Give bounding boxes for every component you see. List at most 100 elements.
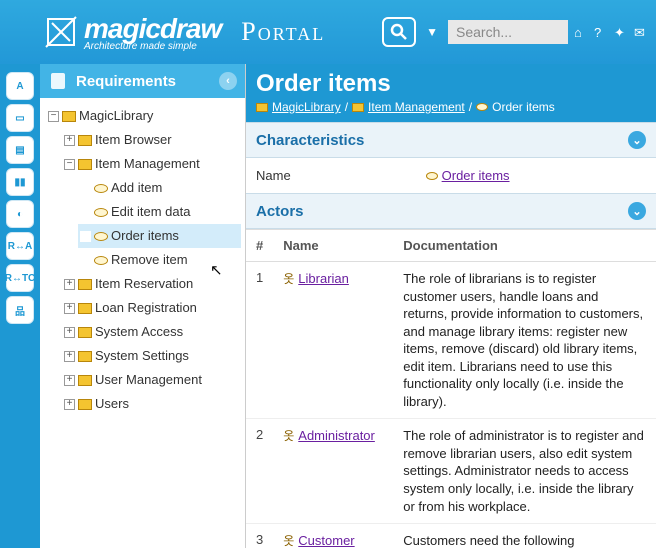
actor-icon: 옷 — [283, 427, 294, 444]
portal-title: Portal — [241, 17, 325, 47]
app-logo: magicdraw Architecture made simple — [44, 13, 221, 52]
actor-doc: The role of librarians is to register cu… — [393, 262, 656, 419]
tree-item[interactable]: +System Access — [62, 320, 241, 344]
folder-icon — [78, 159, 92, 170]
sidebar-header: Requirements ‹ — [40, 64, 245, 98]
rail-btn-book[interactable]: ▮▮ — [6, 168, 34, 196]
usecase-icon — [94, 184, 108, 193]
tree-item[interactable]: +Loan Registration — [62, 296, 241, 320]
help-icon[interactable]: ? — [594, 25, 608, 39]
actor-link[interactable]: Librarian — [298, 271, 349, 286]
logo-text: magicdraw — [84, 13, 221, 44]
tree-item[interactable]: Remove item — [78, 248, 241, 272]
usecase-icon — [476, 103, 488, 111]
tree: − MagicLibrary +Item Browser−Item Manage… — [40, 98, 245, 548]
col-num: # — [246, 230, 273, 262]
folder-icon — [78, 135, 92, 146]
logo-mark-icon — [44, 15, 78, 49]
char-name-link[interactable]: Order items — [442, 168, 510, 183]
mail-icon[interactable]: ✉ — [634, 25, 648, 39]
section-title: Characteristics — [256, 132, 364, 149]
char-name-label: Name — [256, 168, 416, 183]
actor-link[interactable]: Administrator — [298, 428, 375, 443]
page-title: Order items — [256, 70, 646, 98]
breadcrumb-link[interactable]: Item Management — [368, 100, 465, 114]
breadcrumb-link[interactable]: MagicLibrary — [272, 100, 341, 114]
folder-icon — [256, 103, 268, 112]
rail-btn-eye[interactable]: ◐ — [6, 200, 34, 228]
requirements-icon — [48, 71, 68, 91]
tree-item-label: Loan Registration — [95, 297, 197, 319]
search-icon — [390, 23, 408, 41]
actor-doc: Customers need the following functionali… — [393, 524, 656, 548]
section-characteristics[interactable]: Characteristics ⌄ — [246, 122, 656, 158]
actor-icon: 옷 — [283, 532, 294, 548]
actors-table: # Name Documentation 1옷LibrarianThe role… — [246, 229, 656, 548]
folder-icon — [78, 303, 92, 314]
rail-btn-rtc[interactable]: R↔TC — [6, 264, 34, 292]
rail-btn-a[interactable]: A — [6, 72, 34, 100]
chevron-down-icon: ⌄ — [628, 131, 646, 149]
section-title: Actors — [256, 203, 304, 220]
rail-btn-diagram[interactable]: 品 — [6, 296, 34, 324]
tree-root[interactable]: − MagicLibrary — [46, 104, 241, 128]
folder-icon — [78, 399, 92, 410]
col-doc: Documentation — [393, 230, 656, 262]
tree-item[interactable]: Edit item data — [78, 200, 241, 224]
content-header: Order items MagicLibrary / Item Manageme… — [246, 64, 656, 122]
col-name: Name — [273, 230, 393, 262]
usecase-icon — [94, 208, 108, 217]
sidebar-title: Requirements — [76, 73, 176, 90]
tree-item[interactable]: +System Settings — [62, 344, 241, 368]
tree-item-label: System Access — [95, 321, 183, 343]
tree-item[interactable]: +User Management — [62, 368, 241, 392]
usecase-icon — [426, 172, 438, 180]
section-actors[interactable]: Actors ⌄ — [246, 193, 656, 229]
tree-item[interactable]: Add item — [78, 176, 241, 200]
rail-btn-doc[interactable]: ▭ — [6, 104, 34, 132]
tree-item[interactable]: +Item Browser — [62, 128, 241, 152]
sidebar-back-button[interactable]: ‹ — [219, 72, 237, 90]
tree-item[interactable]: +Users — [62, 392, 241, 416]
tree-item-label: Item Reservation — [95, 273, 193, 295]
breadcrumb: MagicLibrary / Item Management / Order i… — [256, 100, 646, 114]
sidebar: Requirements ‹ − MagicLibrary +Item Brow… — [40, 64, 246, 548]
search-button[interactable] — [382, 17, 416, 47]
tree-item-label: Item Management — [95, 153, 200, 175]
breadcrumb-current: Order items — [492, 100, 555, 114]
search-input[interactable] — [448, 20, 568, 44]
tree-item-label: Item Browser — [95, 129, 172, 151]
table-row: 1옷 Librarian The role of librarians is to … — [246, 262, 656, 419]
search-dropdown[interactable]: ▼ — [426, 25, 438, 39]
rail-btn-list[interactable]: ▤ — [6, 136, 34, 164]
tree-item-label: System Settings — [95, 345, 189, 367]
row-num: 3 — [246, 524, 273, 548]
actor-link[interactable]: Customer — [298, 533, 354, 548]
tree-item[interactable]: +Item Reservation — [62, 272, 241, 296]
folder-icon — [62, 111, 76, 122]
usecase-icon — [94, 256, 108, 265]
tree-item-label: Remove item — [111, 249, 188, 271]
table-row: 3옷 Customer Customers need the following f… — [246, 524, 656, 548]
folder-icon — [78, 375, 92, 386]
tree-item-label: Edit item data — [111, 201, 191, 223]
tree-root-label: MagicLibrary — [79, 105, 153, 127]
rail-btn-ra[interactable]: R↔A — [6, 232, 34, 260]
folder-icon — [352, 103, 364, 112]
tree-item[interactable]: Order items — [78, 224, 241, 248]
tree-item[interactable]: −Item Management — [62, 152, 241, 176]
top-banner: magicdraw Architecture made simple Porta… — [0, 0, 656, 64]
usecase-icon — [94, 232, 108, 241]
row-num: 2 — [246, 419, 273, 524]
settings-icon[interactable]: ✦ — [614, 25, 628, 39]
folder-icon — [78, 279, 92, 290]
tree-item-label: Users — [95, 393, 129, 415]
left-rail: A ▭ ▤ ▮▮ ◐ R↔A R↔TC 品 — [0, 64, 40, 548]
folder-icon — [78, 351, 92, 362]
actor-doc: The role of administrator is to register… — [393, 419, 656, 524]
row-num: 1 — [246, 262, 273, 419]
table-row: 2옷 Administrator The role of administrator… — [246, 419, 656, 524]
chevron-down-icon: ⌄ — [628, 202, 646, 220]
home-icon[interactable]: ⌂ — [574, 25, 588, 39]
actor-icon: 옷 — [283, 270, 294, 287]
